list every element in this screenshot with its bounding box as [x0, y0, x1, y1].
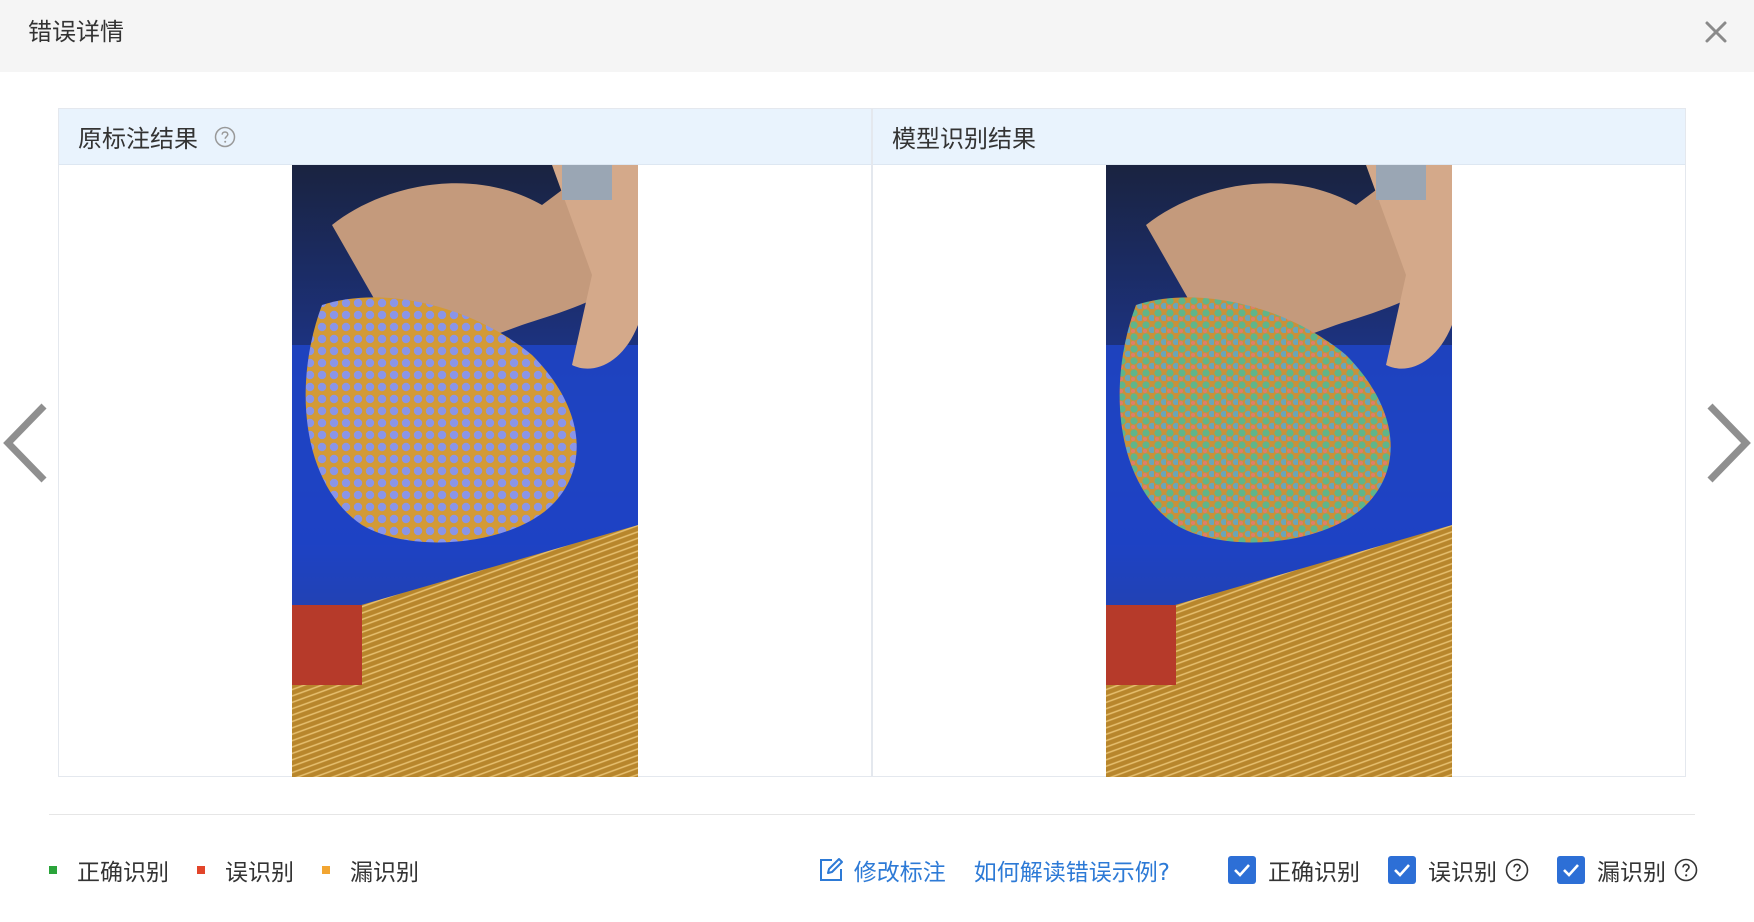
checkbox-false-detection[interactable]	[1388, 856, 1416, 884]
dialog-header: 错误详情	[0, 0, 1754, 72]
filter-missed[interactable]: 漏识别	[1557, 853, 1698, 887]
legend-item-correct: 正确识别	[49, 853, 169, 887]
annotated-photo	[292, 165, 638, 777]
annotation-panel-title: 原标注结果	[78, 125, 198, 153]
legend-dot-green	[49, 866, 57, 874]
check-icon	[1234, 864, 1250, 877]
filter-false-detection-label: 误识别	[1428, 860, 1497, 886]
help-icon[interactable]	[214, 126, 236, 148]
filter-false-detection[interactable]: 误识别	[1388, 853, 1529, 887]
legend-label: 误识别	[225, 860, 294, 886]
explain-errors-label: 如何解读错误示例?	[973, 860, 1170, 886]
legend-dot-orange	[322, 866, 330, 874]
edit-icon	[819, 858, 843, 881]
check-icon	[1563, 864, 1579, 877]
legend-item-false-detection: 误识别	[197, 853, 294, 887]
edit-annotation-label: 修改标注	[853, 860, 946, 886]
explain-errors-link[interactable]: 如何解读错误示例?	[974, 853, 1170, 887]
legend-item-missed: 漏识别	[322, 853, 419, 887]
legend-label: 漏识别	[350, 860, 419, 886]
close-icon[interactable]	[1698, 14, 1734, 50]
previous-arrow-icon[interactable]	[0, 400, 56, 486]
legend-dot-red	[197, 866, 205, 874]
model-result-panel-title: 模型识别结果	[892, 125, 1036, 153]
filter-missed-label: 漏识别	[1597, 860, 1666, 886]
checkbox-missed[interactable]	[1557, 856, 1585, 884]
help-icon[interactable]	[1674, 858, 1698, 882]
model-result-panel-header: 模型识别结果	[873, 109, 1685, 165]
checkbox-correct[interactable]	[1228, 856, 1256, 884]
next-arrow-icon[interactable]	[1698, 400, 1754, 486]
model-result-image-area	[873, 165, 1685, 777]
help-icon[interactable]	[1505, 858, 1529, 882]
legend-label: 正确识别	[77, 860, 169, 886]
annotation-panel: 原标注结果	[58, 108, 872, 777]
comparison-panels: 原标注结果 模型识别结果	[58, 108, 1686, 777]
model-result-photo	[1106, 165, 1452, 777]
check-icon	[1394, 864, 1410, 877]
dialog-title: 错误详情	[28, 18, 124, 46]
filter-correct[interactable]: 正确识别	[1228, 853, 1360, 887]
edit-annotation-link[interactable]: 修改标注	[818, 853, 946, 887]
annotation-panel-header: 原标注结果	[59, 109, 871, 165]
filter-correct-label: 正确识别	[1268, 860, 1360, 886]
footer-divider	[49, 814, 1695, 815]
annotation-image-area	[59, 165, 871, 777]
model-result-panel: 模型识别结果	[872, 108, 1686, 777]
footer-actions: 修改标注 如何解读错误示例? 正确识别 误识别 漏识别	[818, 852, 1698, 888]
legend: 正确识别 误识别 漏识别	[49, 852, 447, 888]
